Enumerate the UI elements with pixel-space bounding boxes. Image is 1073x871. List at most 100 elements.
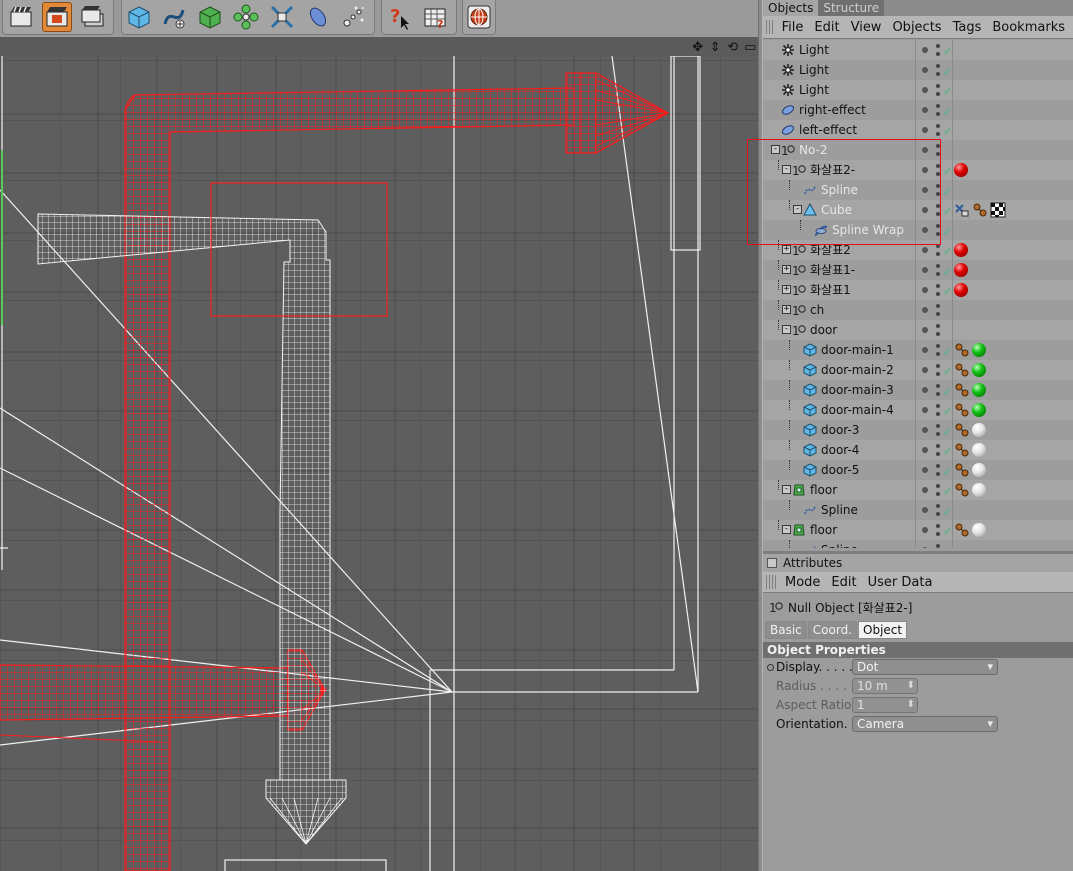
- enabled-dot-icon[interactable]: [922, 127, 928, 133]
- collapse-icon[interactable]: -: [782, 485, 791, 494]
- enabled-check-icon[interactable]: ✓: [943, 542, 952, 548]
- enabled-dot-icon[interactable]: [922, 267, 928, 273]
- object-row[interactable]: door-main-4 ✓: [763, 400, 1073, 420]
- enabled-check-icon[interactable]: ✓: [943, 182, 952, 202]
- object-name[interactable]: door-main-1: [821, 340, 894, 360]
- white-material-tag[interactable]: [972, 443, 986, 457]
- editor-visibility-dot-icon[interactable]: [936, 164, 940, 168]
- property-dropdown[interactable]: Camera: [852, 716, 998, 732]
- menu-tags[interactable]: Tags: [950, 20, 990, 35]
- object-row[interactable]: Spline ✓: [763, 540, 1073, 548]
- editor-visibility-dot-icon[interactable]: [936, 344, 940, 348]
- object-row[interactable]: Spline ✓: [763, 500, 1073, 520]
- tab-structure[interactable]: Structure: [818, 0, 885, 16]
- object-name[interactable]: 화살표2: [810, 240, 851, 260]
- enabled-dot-icon[interactable]: [922, 487, 928, 493]
- editor-visibility-dot-icon[interactable]: [936, 184, 940, 188]
- collapse-icon[interactable]: -: [793, 205, 802, 214]
- phong-tag-icon[interactable]: [954, 382, 970, 398]
- enabled-check-icon[interactable]: ✓: [943, 502, 952, 522]
- render-visibility-dot-icon[interactable]: [936, 372, 940, 376]
- attr-menu-edit[interactable]: Edit: [828, 575, 864, 590]
- enabled-check-icon[interactable]: ✓: [943, 342, 952, 362]
- phong-tag-icon[interactable]: [954, 342, 970, 358]
- expand-icon[interactable]: +: [782, 245, 791, 254]
- phong-tag-icon[interactable]: [954, 362, 970, 378]
- attr-menu-mode[interactable]: Mode: [782, 575, 828, 590]
- object-name[interactable]: Spline Wrap: [832, 220, 904, 240]
- object-row[interactable]: door-main-1 ✓: [763, 340, 1073, 360]
- object-row[interactable]: - floor ✓: [763, 480, 1073, 500]
- enabled-dot-icon[interactable]: [922, 227, 928, 233]
- enabled-check-icon[interactable]: ✓: [943, 522, 952, 542]
- enabled-dot-icon[interactable]: [922, 527, 928, 533]
- enabled-dot-icon[interactable]: [922, 367, 928, 373]
- attributes-checkbox[interactable]: [767, 558, 777, 568]
- attr-menu-user-data[interactable]: User Data: [865, 575, 941, 590]
- object-row[interactable]: -1 화살표2- ✓: [763, 160, 1073, 180]
- editor-visibility-dot-icon[interactable]: [936, 444, 940, 448]
- editor-visibility-dot-icon[interactable]: [936, 264, 940, 268]
- render-visibility-dot-icon[interactable]: [936, 472, 940, 476]
- render-visibility-dot-icon[interactable]: [936, 412, 940, 416]
- render-visibility-dot-icon[interactable]: [936, 252, 940, 256]
- render-visibility-dot-icon[interactable]: [936, 512, 940, 516]
- menu-bookmarks[interactable]: Bookmarks: [989, 20, 1073, 35]
- enabled-dot-icon[interactable]: [922, 507, 928, 513]
- phong-tag-icon[interactable]: [954, 522, 970, 538]
- object-name[interactable]: 화살표1: [810, 280, 851, 300]
- enabled-dot-icon[interactable]: [922, 467, 928, 473]
- collapse-icon[interactable]: -: [782, 165, 791, 174]
- red-material-tag[interactable]: [954, 283, 968, 297]
- zoom-view-icon[interactable]: ⇕: [708, 40, 724, 55]
- render-visibility-dot-icon[interactable]: [936, 112, 940, 116]
- enabled-dot-icon[interactable]: [922, 47, 928, 53]
- enabled-check-icon[interactable]: ✓: [943, 102, 952, 122]
- enabled-dot-icon[interactable]: [922, 427, 928, 433]
- rotate-view-icon[interactable]: ⟲: [725, 40, 741, 55]
- phong-tag-icon[interactable]: [954, 462, 970, 478]
- enabled-dot-icon[interactable]: [922, 387, 928, 393]
- object-name[interactable]: 화살표1-: [810, 260, 855, 280]
- render-active-icon[interactable]: [42, 2, 72, 32]
- render-visibility-dot-icon[interactable]: [936, 92, 940, 96]
- enabled-dot-icon[interactable]: [922, 287, 928, 293]
- menu-edit[interactable]: Edit: [811, 20, 847, 35]
- red-material-tag[interactable]: [954, 263, 968, 277]
- editor-visibility-dot-icon[interactable]: [936, 284, 940, 288]
- object-name[interactable]: Light: [799, 60, 829, 80]
- object-name[interactable]: right-effect: [799, 100, 866, 120]
- phong-tag-icon[interactable]: [954, 442, 970, 458]
- render-visibility-dot-icon[interactable]: [936, 172, 940, 176]
- enabled-check-icon[interactable]: ✓: [943, 442, 952, 462]
- cube-primitive-icon[interactable]: [124, 2, 154, 32]
- object-row[interactable]: right-effect ✓: [763, 100, 1073, 120]
- menu-file[interactable]: File: [779, 20, 812, 35]
- enabled-check-icon[interactable]: ✓: [943, 42, 952, 62]
- enabled-dot-icon[interactable]: [922, 447, 928, 453]
- object-name[interactable]: ch: [810, 300, 824, 320]
- enabled-check-icon[interactable]: ✓: [943, 242, 952, 262]
- render-visibility-dot-icon[interactable]: [936, 192, 940, 196]
- render-visibility-dot-icon[interactable]: [936, 432, 940, 436]
- render-visibility-dot-icon[interactable]: [936, 532, 940, 536]
- tab-objects[interactable]: Objects: [763, 0, 819, 16]
- attr-tab-coord[interactable]: Coord.: [807, 621, 857, 639]
- object-row[interactable]: +1 화살표2 ✓: [763, 240, 1073, 260]
- enabled-check-icon[interactable]: ✓: [943, 282, 952, 302]
- object-row[interactable]: Spline Wrap ✓: [763, 220, 1073, 240]
- editor-visibility-dot-icon[interactable]: [936, 104, 940, 108]
- object-name[interactable]: Spline: [821, 180, 858, 200]
- object-name[interactable]: 화살표2-: [810, 160, 855, 180]
- grip-icon[interactable]: [766, 575, 778, 589]
- deformer-icon[interactable]: [267, 2, 297, 32]
- object-row[interactable]: - Cube ✓: [763, 200, 1073, 220]
- enabled-check-icon[interactable]: ✓: [943, 262, 952, 282]
- render-visibility-dot-icon[interactable]: [936, 452, 940, 456]
- editor-visibility-dot-icon[interactable]: [936, 404, 940, 408]
- nurbs-icon[interactable]: [195, 2, 225, 32]
- green-material-tag[interactable]: [972, 363, 986, 377]
- object-name[interactable]: door: [810, 320, 837, 340]
- property-number-field[interactable]: 1: [852, 697, 918, 713]
- white-material-tag[interactable]: [972, 483, 986, 497]
